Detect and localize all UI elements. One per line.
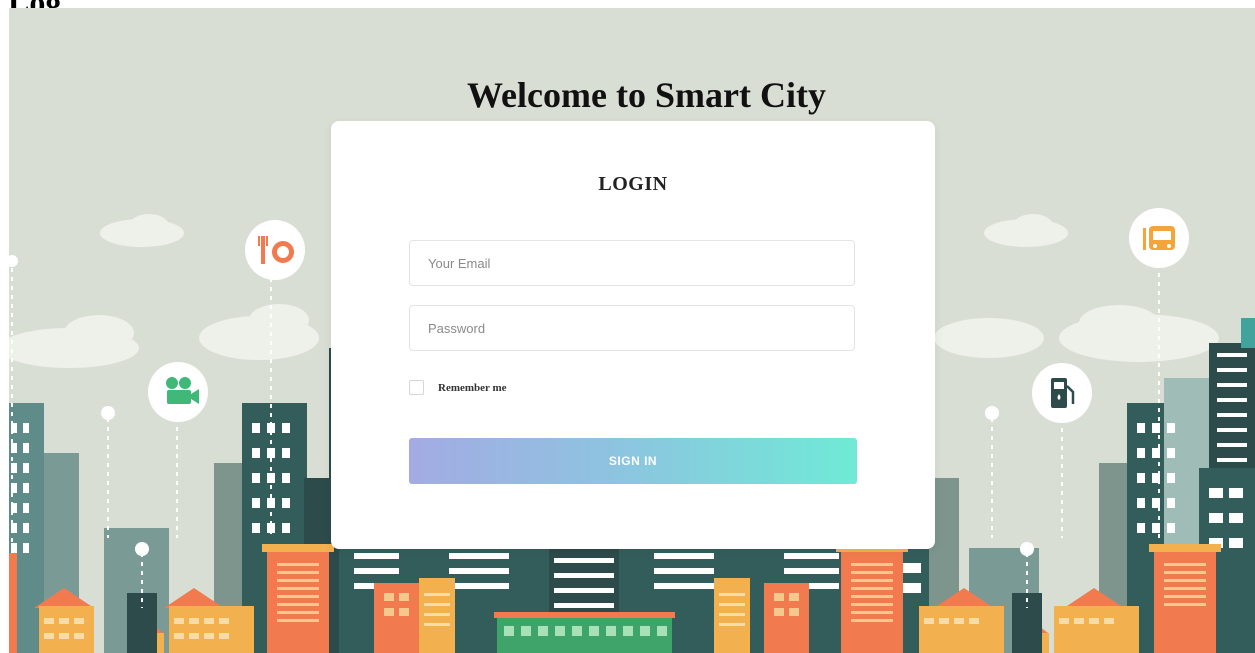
password-input[interactable]: [409, 305, 855, 351]
bus-icon: [1129, 208, 1189, 268]
sign-in-button[interactable]: SIGN IN: [409, 438, 857, 484]
page-heading: Log: [8, 0, 128, 8]
login-card: LOGIN Remember me SIGN IN: [331, 121, 935, 549]
fuel-pump-icon: [1032, 363, 1092, 423]
city-background: Welcome to Smart City LOGIN Remember me …: [9, 8, 1255, 653]
email-input[interactable]: [409, 240, 855, 286]
remember-me-checkbox[interactable]: [409, 380, 424, 395]
login-title: LOGIN: [598, 173, 668, 195]
remember-me[interactable]: Remember me: [409, 380, 507, 395]
restaurant-icon: [245, 220, 305, 280]
movie-camera-icon: [148, 362, 208, 422]
remember-me-label: Remember me: [438, 381, 507, 394]
welcome-title: Welcome to Smart City: [467, 75, 826, 115]
